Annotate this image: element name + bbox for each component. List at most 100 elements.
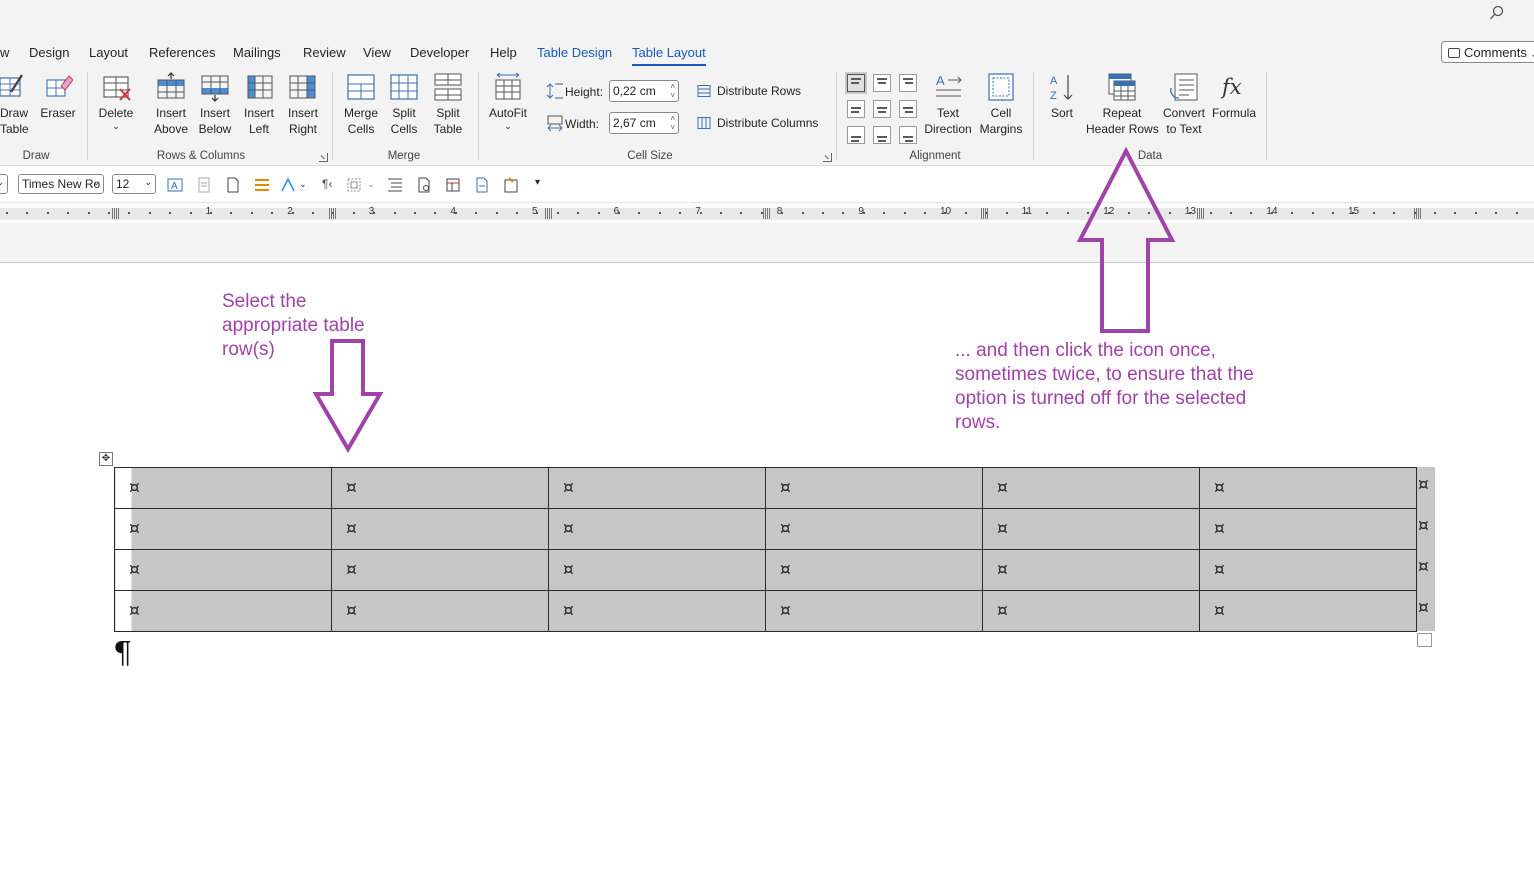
ruler-column-marker[interactable] (545, 208, 552, 219)
chevron-down-icon[interactable]: ⌄ (367, 179, 375, 190)
ruler-column-marker[interactable] (763, 208, 770, 219)
text-effects-icon[interactable] (280, 177, 296, 193)
align-center-right-button[interactable] (899, 100, 917, 118)
table-cell[interactable]: ¤ (331, 590, 549, 632)
sort-button[interactable]: A Z Sort (1042, 72, 1082, 121)
table-cell[interactable]: ¤ (765, 467, 983, 509)
table-properties-icon[interactable] (445, 177, 461, 193)
align-center-button[interactable] (873, 100, 891, 118)
insert-left-button[interactable]: Insert Left (240, 72, 278, 137)
table-cell[interactable]: ¤ (982, 549, 1200, 591)
tab-mailings[interactable]: Mailings (233, 45, 281, 60)
tab-review[interactable]: Review (303, 45, 346, 60)
insert-above-button[interactable]: Insert Above (152, 72, 190, 137)
text-direction-button[interactable]: A Text Direction (923, 72, 973, 137)
height-spinner[interactable]: 0,22 cm ˄ ˅ (609, 80, 679, 102)
table-row[interactable]: ¤ ¤ ¤ ¤ ¤ ¤ (114, 508, 1417, 550)
table-cell[interactable]: ¤ (331, 549, 549, 591)
table-row[interactable]: ¤ ¤ ¤ ¤ ¤ ¤ (114, 549, 1417, 591)
table-move-handle-icon[interactable]: ✥ (99, 452, 113, 466)
align-bottom-center-button[interactable] (873, 126, 891, 144)
eraser-button[interactable]: Eraser (40, 72, 76, 121)
page-setup-icon[interactable] (416, 177, 432, 193)
formula-button[interactable]: fx Formula (1210, 72, 1258, 121)
spinner-arrows-icon[interactable]: ˄ ˅ (670, 82, 675, 100)
table-cell[interactable]: ¤ (114, 549, 332, 591)
tab-view[interactable]: View (363, 45, 391, 60)
table-row[interactable]: ¤ ¤ ¤ ¤ ¤ ¤ (114, 467, 1417, 509)
table-row[interactable]: ¤ ¤ ¤ ¤ ¤ ¤ (114, 590, 1417, 632)
table-cell[interactable]: ¤ (548, 467, 766, 509)
tab-layout[interactable]: Layout (89, 45, 128, 60)
spinner-arrows-icon[interactable]: ˄ ˅ (670, 114, 675, 132)
insert-below-button[interactable]: Insert Below (196, 72, 234, 137)
tab-table-design[interactable]: Table Design (537, 45, 612, 60)
line-spacing-icon[interactable] (254, 177, 270, 193)
text-box-icon[interactable]: A (167, 177, 183, 193)
font-size-dropdown[interactable]: 12 ⌄ (112, 174, 156, 194)
table-cell[interactable]: ¤ (1199, 549, 1417, 591)
insert-right-button[interactable]: Insert Right (284, 72, 322, 137)
font-name-dropdown[interactable]: Times New Ro ⌄ (18, 174, 104, 194)
ruler-column-marker[interactable] (112, 208, 119, 219)
table-cell[interactable]: ¤ (765, 508, 983, 550)
document-properties-icon[interactable] (196, 177, 212, 193)
split-cells-button[interactable]: Split Cells (386, 72, 422, 137)
table-cell[interactable]: ¤ (1199, 467, 1417, 509)
table-cell[interactable]: ¤ (548, 508, 766, 550)
width-spinner[interactable]: 2,67 cm ˄ ˅ (609, 112, 679, 134)
select-objects-icon[interactable] (346, 177, 362, 193)
new-page-icon[interactable] (225, 177, 241, 193)
columns-layout-icon[interactable] (387, 177, 403, 193)
align-bottom-left-button[interactable] (847, 126, 865, 144)
autofit-button[interactable]: AutoFit ⌄ (486, 72, 530, 131)
table-cell[interactable]: ¤ (331, 467, 549, 509)
align-top-left-button[interactable] (847, 74, 865, 92)
align-top-center-button[interactable] (873, 74, 891, 92)
draw-table-button[interactable]: Draw Table (0, 72, 30, 137)
table-cell[interactable]: ¤ (982, 508, 1200, 550)
repeat-header-rows-button[interactable]: Repeat Header Rows (1086, 72, 1159, 137)
tab-references[interactable]: References (149, 45, 215, 60)
table-cell[interactable]: ¤ (982, 590, 1200, 632)
comments-button[interactable]: Comments ⌄ (1441, 41, 1534, 63)
table-cell[interactable]: ¤ (765, 590, 983, 632)
cell-size-dialog-launcher[interactable] (823, 153, 832, 162)
tab-table-layout[interactable]: Table Layout (632, 45, 706, 66)
table-cell[interactable]: ¤ (114, 590, 332, 632)
table-cell[interactable]: ¤ (548, 549, 766, 591)
table-cell[interactable]: ¤ (114, 467, 332, 509)
cell-margins-button[interactable]: Cell Margins (978, 72, 1024, 137)
document-table[interactable]: ¤ ¤ ¤ ¤ ¤ ¤ ¤ ¤ ¤ ¤ ¤ ¤ ¤ ¤ ¤ ¤ ¤ ¤ ¤ ¤ ¤ ¤ ¤ ¤ (114, 467, 1417, 632)
chevron-down-icon[interactable]: ⌄ (299, 179, 307, 190)
tab-view-partial[interactable]: w (0, 45, 9, 60)
table-cell[interactable]: ¤ (331, 508, 549, 550)
distribute-columns-button[interactable]: Distribute Columns (697, 116, 818, 130)
customize-toolbar-icon[interactable]: ▾ (535, 177, 540, 188)
style-dropdown-partial[interactable]: ⌄ (0, 174, 8, 194)
paragraph-marks-icon[interactable]: ¶‹ (322, 177, 332, 191)
delete-button[interactable]: Delete ⌄ (96, 72, 136, 131)
merge-cells-button[interactable]: Merge Cells (341, 72, 381, 137)
table-cell[interactable]: ¤ (982, 467, 1200, 509)
split-table-button[interactable]: Split Table (430, 72, 466, 137)
table-cell[interactable]: ¤ (548, 590, 766, 632)
convert-to-text-button[interactable]: Convert to Text (1161, 72, 1207, 137)
tab-developer[interactable]: Developer (410, 45, 469, 60)
document-link-icon[interactable] (474, 177, 490, 193)
align-bottom-right-button[interactable] (899, 126, 917, 144)
align-top-right-button[interactable] (899, 74, 917, 92)
distribute-rows-button[interactable]: Distribute Rows (697, 84, 801, 98)
macro-icon[interactable] (503, 177, 519, 193)
table-cell[interactable]: ¤ (1199, 508, 1417, 550)
tab-help[interactable]: Help (490, 45, 517, 60)
table-cell[interactable]: ¤ (765, 549, 983, 591)
table-resize-handle[interactable] (1417, 633, 1432, 647)
table-cell[interactable]: ¤ (1199, 590, 1417, 632)
table-cell[interactable]: ¤ (114, 508, 332, 550)
ruler-column-marker[interactable] (1197, 208, 1204, 219)
align-center-left-button[interactable] (847, 100, 865, 118)
tab-design[interactable]: Design (29, 45, 69, 60)
rows-columns-dialog-launcher[interactable] (319, 153, 328, 162)
search-icon[interactable] (1489, 5, 1505, 21)
